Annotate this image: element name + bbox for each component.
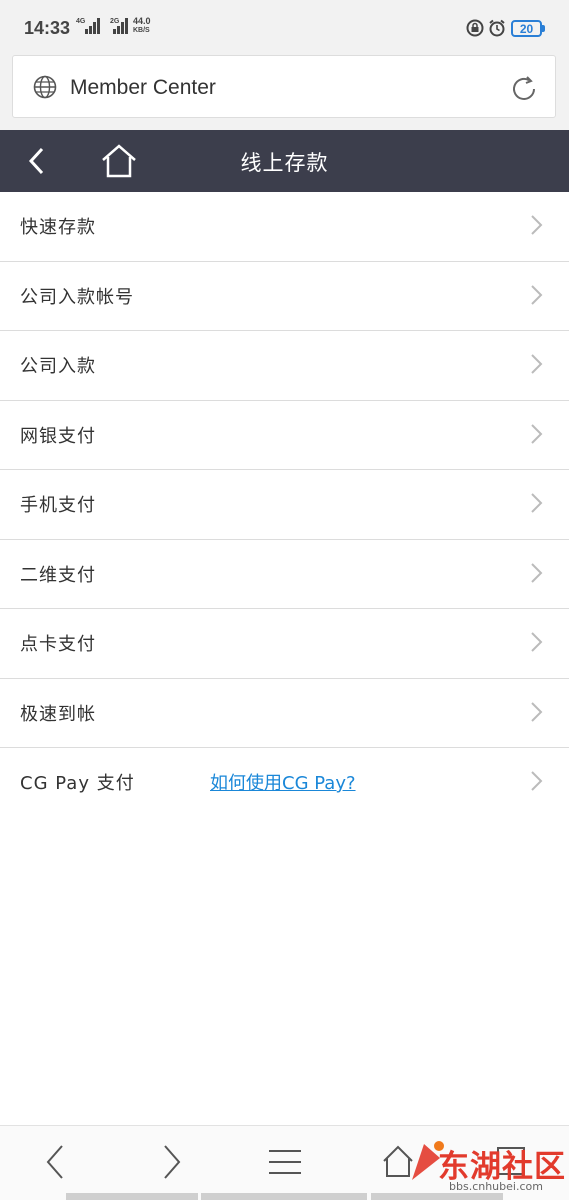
menu-item-company-account[interactable]: 公司入款帐号: [0, 261, 569, 331]
menu-item-mobile-pay[interactable]: 手机支付: [0, 470, 569, 540]
chevron-right-icon: [531, 215, 543, 235]
menu-item-label: 网银支付: [20, 425, 96, 447]
alarm-icon: [489, 19, 505, 37]
back-arrow-icon[interactable]: [42, 1142, 70, 1182]
deposit-menu-list: 快速存款 公司入款帐号 公司入款 网银支付 手机支付 二维支付 点卡支付 极速到…: [0, 192, 569, 1125]
gesture-indicator: [66, 1193, 198, 1200]
menu-item-label: CG Pay 支付: [20, 773, 135, 794]
menu-item-qr-pay[interactable]: 二维支付: [0, 539, 569, 609]
header-title: 线上存款: [240, 151, 329, 175]
menu-item-online-banking[interactable]: 网银支付: [0, 400, 569, 470]
network-type-4g: 4G: [76, 18, 86, 25]
chevron-right-icon: [531, 632, 543, 652]
menu-item-label: 手机支付: [20, 495, 96, 516]
chevron-right-icon: [531, 493, 543, 513]
cg-pay-help-link[interactable]: 如何使用CG Pay?: [210, 769, 356, 795]
app-header: 线上存款: [0, 130, 569, 192]
network-speed: 44.0 KB/S: [133, 17, 151, 35]
chevron-right-icon: [531, 701, 543, 722]
page-title: Member Center: [70, 76, 216, 99]
chevron-right-icon: [531, 562, 543, 583]
signal-strength-icon: [85, 18, 100, 34]
battery-tip: [542, 25, 545, 32]
speed-value: 44.0: [133, 16, 151, 26]
menu-item-quick-deposit[interactable]: 快速存款: [0, 192, 569, 262]
menu-item-label: 二维支付: [20, 564, 96, 586]
status-bar: 14:33 4G 2G 44.0 KB/S 20: [0, 0, 569, 56]
battery-text: 20: [519, 21, 534, 36]
chevron-right-icon: [531, 771, 543, 791]
reload-icon[interactable]: [509, 74, 539, 104]
menu-item-label: 极速到帐: [20, 703, 96, 725]
menu-item-card-pay[interactable]: 点卡支付: [0, 609, 569, 679]
menu-item-express-deposit[interactable]: 极速到帐: [0, 678, 569, 748]
menu-icon[interactable]: [267, 1142, 303, 1182]
menu-item-cg-pay[interactable]: CG Pay 支付 如何使用CG Pay?: [0, 748, 569, 818]
watermark-url: bbs.cnhubei.com: [449, 1180, 543, 1193]
lock-icon: [466, 19, 484, 37]
menu-item-label: 公司入款: [20, 356, 96, 377]
menu-item-company-deposit[interactable]: 公司入款: [0, 331, 569, 401]
signal-strength-icon-2: [113, 18, 128, 34]
chevron-right-icon: [531, 354, 543, 374]
menu-item-label: 点卡支付: [20, 634, 96, 655]
status-time: 14:33: [24, 18, 71, 38]
chevron-right-icon: [531, 423, 543, 444]
speed-unit: KB/S: [133, 27, 150, 34]
menu-item-label: 快速存款: [20, 217, 96, 238]
gesture-indicator: [201, 1193, 367, 1200]
globe-icon: [33, 75, 57, 99]
gesture-indicator: [371, 1193, 503, 1200]
address-bar[interactable]: Member Center: [12, 55, 556, 118]
battery-level: 20: [511, 20, 542, 37]
menu-item-label: 公司入款帐号: [20, 286, 134, 308]
forward-arrow-icon[interactable]: [157, 1142, 185, 1182]
chevron-right-icon: [531, 284, 543, 305]
